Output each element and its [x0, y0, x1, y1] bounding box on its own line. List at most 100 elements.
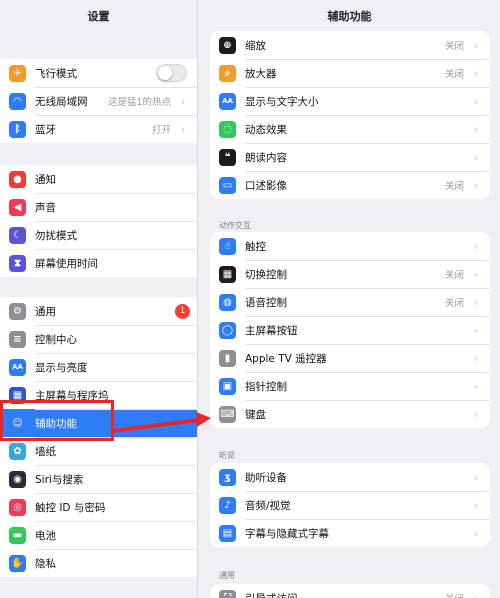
row-value: 关闭	[444, 298, 464, 309]
switches-icon: ≡	[9, 330, 26, 348]
row-label: 触控 ID 与密码	[35, 501, 106, 514]
zoom-icon: ⊕	[219, 36, 236, 54]
row-label: 蓝牙	[35, 123, 56, 136]
row-lock[interactable]: ⛶ 引导式访问关闭 ›	[210, 584, 490, 598]
row-battery[interactable]: ▬ 电池	[0, 521, 197, 549]
row-switch-control[interactable]: ▦ 切换控制 关闭 ›	[210, 260, 490, 288]
row-keyboard[interactable]: ⌨ 键盘 ›	[210, 400, 490, 428]
row-siri[interactable]: ◉ Siri与搜索	[0, 465, 197, 493]
fingerprint-icon: ◎	[9, 498, 26, 516]
highlight-box	[0, 400, 114, 441]
row-touch[interactable]: ☝ 触控 ›	[210, 232, 490, 260]
row-label: 通知	[35, 173, 56, 186]
sidebar-group: ● 通知 ◀ 声音 ☾ 勿扰模式 ⧗ 屏幕使用时间	[0, 165, 197, 277]
row-pointer[interactable]: ▣ 指针控制 ›	[210, 372, 490, 400]
row-label: 语音控制	[245, 296, 287, 309]
row-gear[interactable]: ⚙ 通用 1	[0, 297, 197, 325]
chevron-right-icon: ›	[473, 38, 479, 52]
row-label: 飞行模式	[35, 67, 77, 80]
row-label: Siri与搜索	[35, 473, 84, 486]
section-header: 动作交互	[219, 221, 251, 230]
chevron-right-icon: ›	[473, 351, 479, 365]
row-label: 动态效果	[245, 123, 287, 136]
row-aa[interactable]: AA 显示与文字大小 ›	[210, 87, 490, 115]
row-label: 助听设备	[245, 471, 287, 484]
row-wifi[interactable]: ◠ 无线局域网 这是猛1的热点 ›	[0, 87, 197, 115]
voice-control-icon: ◍	[219, 293, 236, 311]
hand-icon: ✋	[9, 554, 26, 572]
magnifier-icon: ⌕	[219, 64, 236, 82]
lock-icon: ⛶	[219, 589, 236, 598]
row-switches[interactable]: ≡ 控制中心	[0, 325, 197, 353]
row-hand[interactable]: ✋ 隐私	[0, 549, 197, 577]
toggle-switch[interactable]	[156, 64, 187, 82]
row-home-button[interactable]: ◯ 主屏幕按钮 ›	[210, 316, 490, 344]
captions-icon: ▤	[219, 524, 236, 542]
battery-icon: ▬	[9, 526, 26, 544]
row-zoom[interactable]: ⊕ 缩放 关闭 ›	[210, 31, 490, 59]
chevron-right-icon: ›	[473, 526, 479, 540]
settings-group: ⛶ 引导式访问关闭 ›	[210, 584, 490, 598]
row-label: 无线局域网	[35, 95, 88, 108]
flower-icon: ✿	[9, 442, 26, 460]
row-label: 电池	[35, 529, 56, 542]
settings-group: ʒ 助听设备 › ♪ 音频/视觉 › ▤ 字幕与隐藏式字幕 ›	[210, 463, 490, 547]
row-label: 主屏幕按钮	[245, 324, 298, 337]
row-label: Apple TV 遥控器	[245, 352, 327, 365]
chevron-right-icon: ›	[473, 379, 479, 393]
speaker-icon: ◀	[9, 198, 26, 216]
row-motion[interactable]: ◌ 动态效果 ›	[210, 115, 490, 143]
row-label: 切换控制	[245, 268, 287, 281]
notification-icon: ●	[9, 170, 26, 188]
row-speaker[interactable]: ◀ 声音	[0, 193, 197, 221]
motion-icon: ◌	[219, 120, 236, 138]
row-label: 音频/视觉	[245, 499, 291, 512]
row-label: 字幕与隐藏式字幕	[245, 527, 329, 540]
chevron-right-icon: ›	[473, 407, 479, 421]
chevron-right-icon: ›	[473, 178, 479, 192]
row-voice-control[interactable]: ◍ 语音控制 关闭 ›	[210, 288, 490, 316]
row-label: 显示与文字大小	[245, 95, 319, 108]
annotation-arrow	[112, 412, 211, 433]
row-moon[interactable]: ☾ 勿扰模式	[0, 221, 197, 249]
row-value: 关闭	[444, 181, 464, 192]
row-label: 缩放	[245, 39, 266, 52]
wifi-icon: ◠	[9, 92, 26, 110]
arrow-head	[196, 412, 211, 427]
chevron-right-icon: ›	[473, 323, 479, 337]
row-label: 墙纸	[35, 445, 56, 458]
chevron-right-icon: ›	[180, 122, 186, 136]
row-bluetooth[interactable]: ᛒ 蓝牙 打开 ›	[0, 115, 197, 143]
hourglass-icon: ⧗	[9, 254, 26, 272]
row-ear[interactable]: ʒ 助听设备 ›	[210, 463, 490, 491]
touch-icon: ☝	[219, 237, 236, 255]
chevron-right-icon: ›	[180, 94, 186, 108]
row-fingerprint[interactable]: ◎ 触控 ID 与密码	[0, 493, 197, 521]
row-aa[interactable]: AA 显示与亮度	[0, 353, 197, 381]
notification-badge: 1	[175, 303, 190, 319]
row-speech[interactable]: ❝ 朗读内容 ›	[210, 143, 490, 171]
speech-icon: ❝	[219, 148, 236, 166]
row-label: 通用	[35, 305, 56, 318]
accessibility-pane: 辅助功能 ⊕ 缩放 关闭 › ⌕ 放大器 关闭 › AA 显示与文字大小 › ◌ 动态效果 › ❝ 朗读内容 ›…	[199, 0, 500, 598]
row-notification[interactable]: ● 通知	[0, 165, 197, 193]
row-airplane[interactable]: ✈ 飞行模式	[0, 59, 197, 87]
row-audio-description[interactable]: ▭ 口述影像 关闭 ›	[210, 171, 490, 199]
remote-icon: ▮	[219, 349, 236, 367]
row-hourglass[interactable]: ⧗ 屏幕使用时间	[0, 249, 197, 277]
home-button-icon: ◯	[219, 321, 236, 339]
row-remote[interactable]: ▮ Apple TV 遥控器 ›	[210, 344, 490, 372]
pane-title: 辅助功能	[327, 10, 372, 23]
chevron-right-icon: ›	[473, 498, 479, 512]
row-label: 指针控制	[245, 380, 287, 393]
switch-control-icon: ▦	[219, 265, 236, 283]
airplane-icon: ✈	[9, 64, 26, 82]
row-flower[interactable]: ✿ 墙纸	[0, 437, 197, 465]
gear-icon: ⚙	[9, 302, 26, 320]
row-magnifier[interactable]: ⌕ 放大器 关闭 ›	[210, 59, 490, 87]
section-header: 听觉	[219, 451, 235, 460]
settings-group: ☝ 触控 › ▦ 切换控制 关闭 › ◍ 语音控制 关闭 › ◯ 主屏幕按钮 › ▮ Apple TV 遥控器…	[210, 232, 490, 428]
row-captions[interactable]: ▤ 字幕与隐藏式字幕 ›	[210, 519, 490, 547]
row-audio-visual[interactable]: ♪ 音频/视觉 ›	[210, 491, 490, 519]
chevron-right-icon: ›	[473, 66, 479, 80]
